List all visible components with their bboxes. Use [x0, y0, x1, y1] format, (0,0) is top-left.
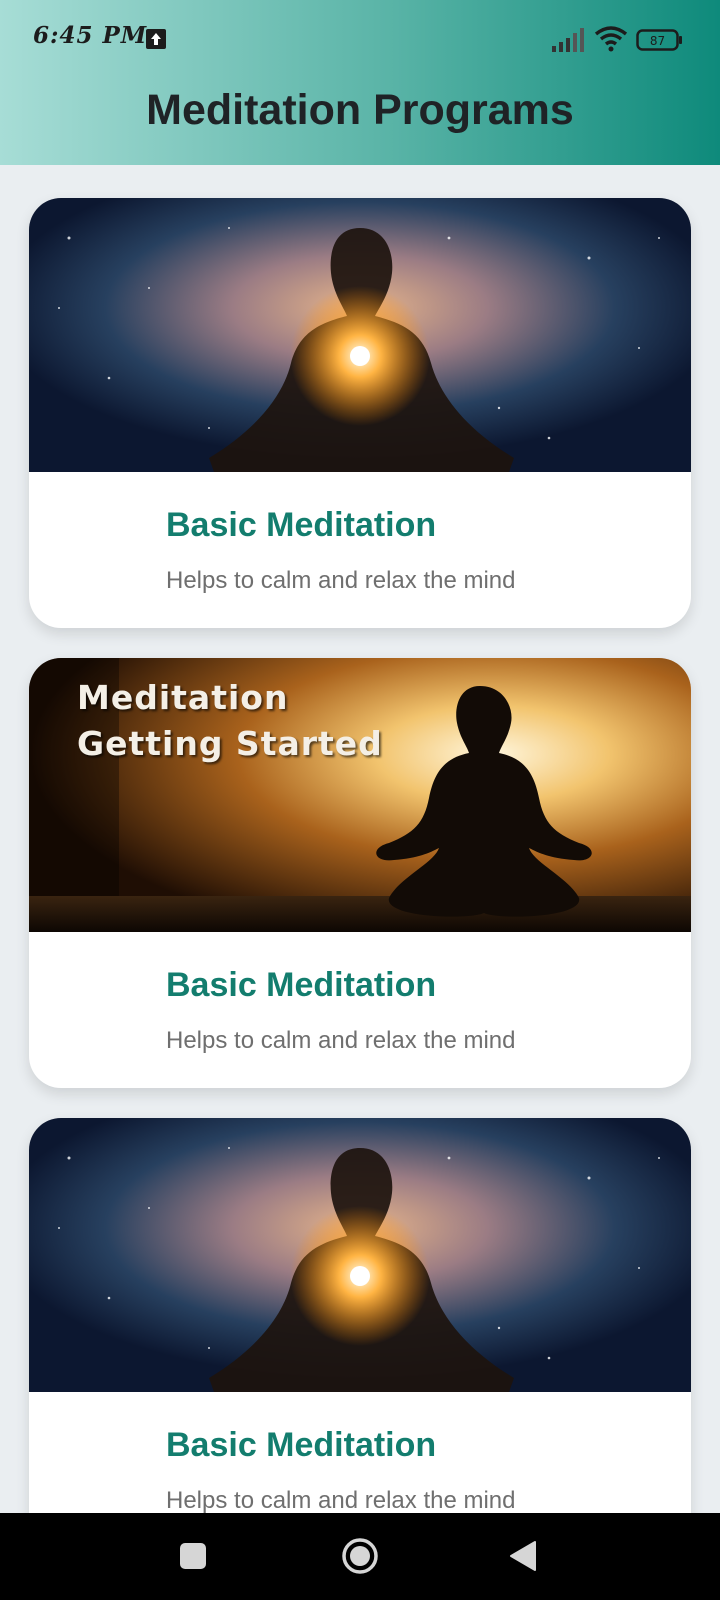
- signal-icon: [552, 28, 584, 52]
- program-card[interactable]: Basic Meditation Helps to calm and relax…: [29, 1118, 691, 1513]
- battery-level: 87: [650, 34, 665, 48]
- program-title: Basic Meditation: [166, 1426, 437, 1464]
- program-subtitle: Helps to calm and relax the mind: [166, 567, 516, 594]
- upload-icon: [146, 29, 166, 49]
- program-subtitle: Helps to calm and relax the mind: [166, 1027, 516, 1054]
- status-bar: 6:45 PM 87: [0, 0, 720, 74]
- image-text-line1: Meditation: [77, 678, 289, 717]
- page-title: Meditation Programs: [146, 86, 574, 134]
- battery-icon: 87: [636, 29, 684, 56]
- app-header: 6:45 PM 87 Meditation Programs: [0, 0, 720, 165]
- program-list[interactable]: Basic Meditation Helps to calm and relax…: [0, 165, 720, 1513]
- system-nav-bar: [0, 1513, 720, 1600]
- cosmic-meditation-image: [29, 198, 691, 472]
- home-circle-icon[interactable]: [340, 1536, 380, 1576]
- program-card[interactable]: Meditation Getting Started Basic Meditat…: [29, 658, 691, 1088]
- program-title: Basic Meditation: [166, 506, 437, 544]
- program-card[interactable]: Basic Meditation Helps to calm and relax…: [29, 198, 691, 628]
- image-text-line2: Getting Started: [77, 724, 383, 763]
- recents-square-icon[interactable]: [178, 1541, 208, 1571]
- status-time: 6:45 PM: [33, 22, 148, 49]
- program-subtitle: Helps to calm and relax the mind: [166, 1487, 516, 1513]
- program-title: Basic Meditation: [166, 966, 437, 1004]
- back-triangle-icon[interactable]: [508, 1539, 538, 1573]
- wifi-icon: [594, 26, 628, 52]
- cosmic-meditation-image: [29, 1118, 691, 1392]
